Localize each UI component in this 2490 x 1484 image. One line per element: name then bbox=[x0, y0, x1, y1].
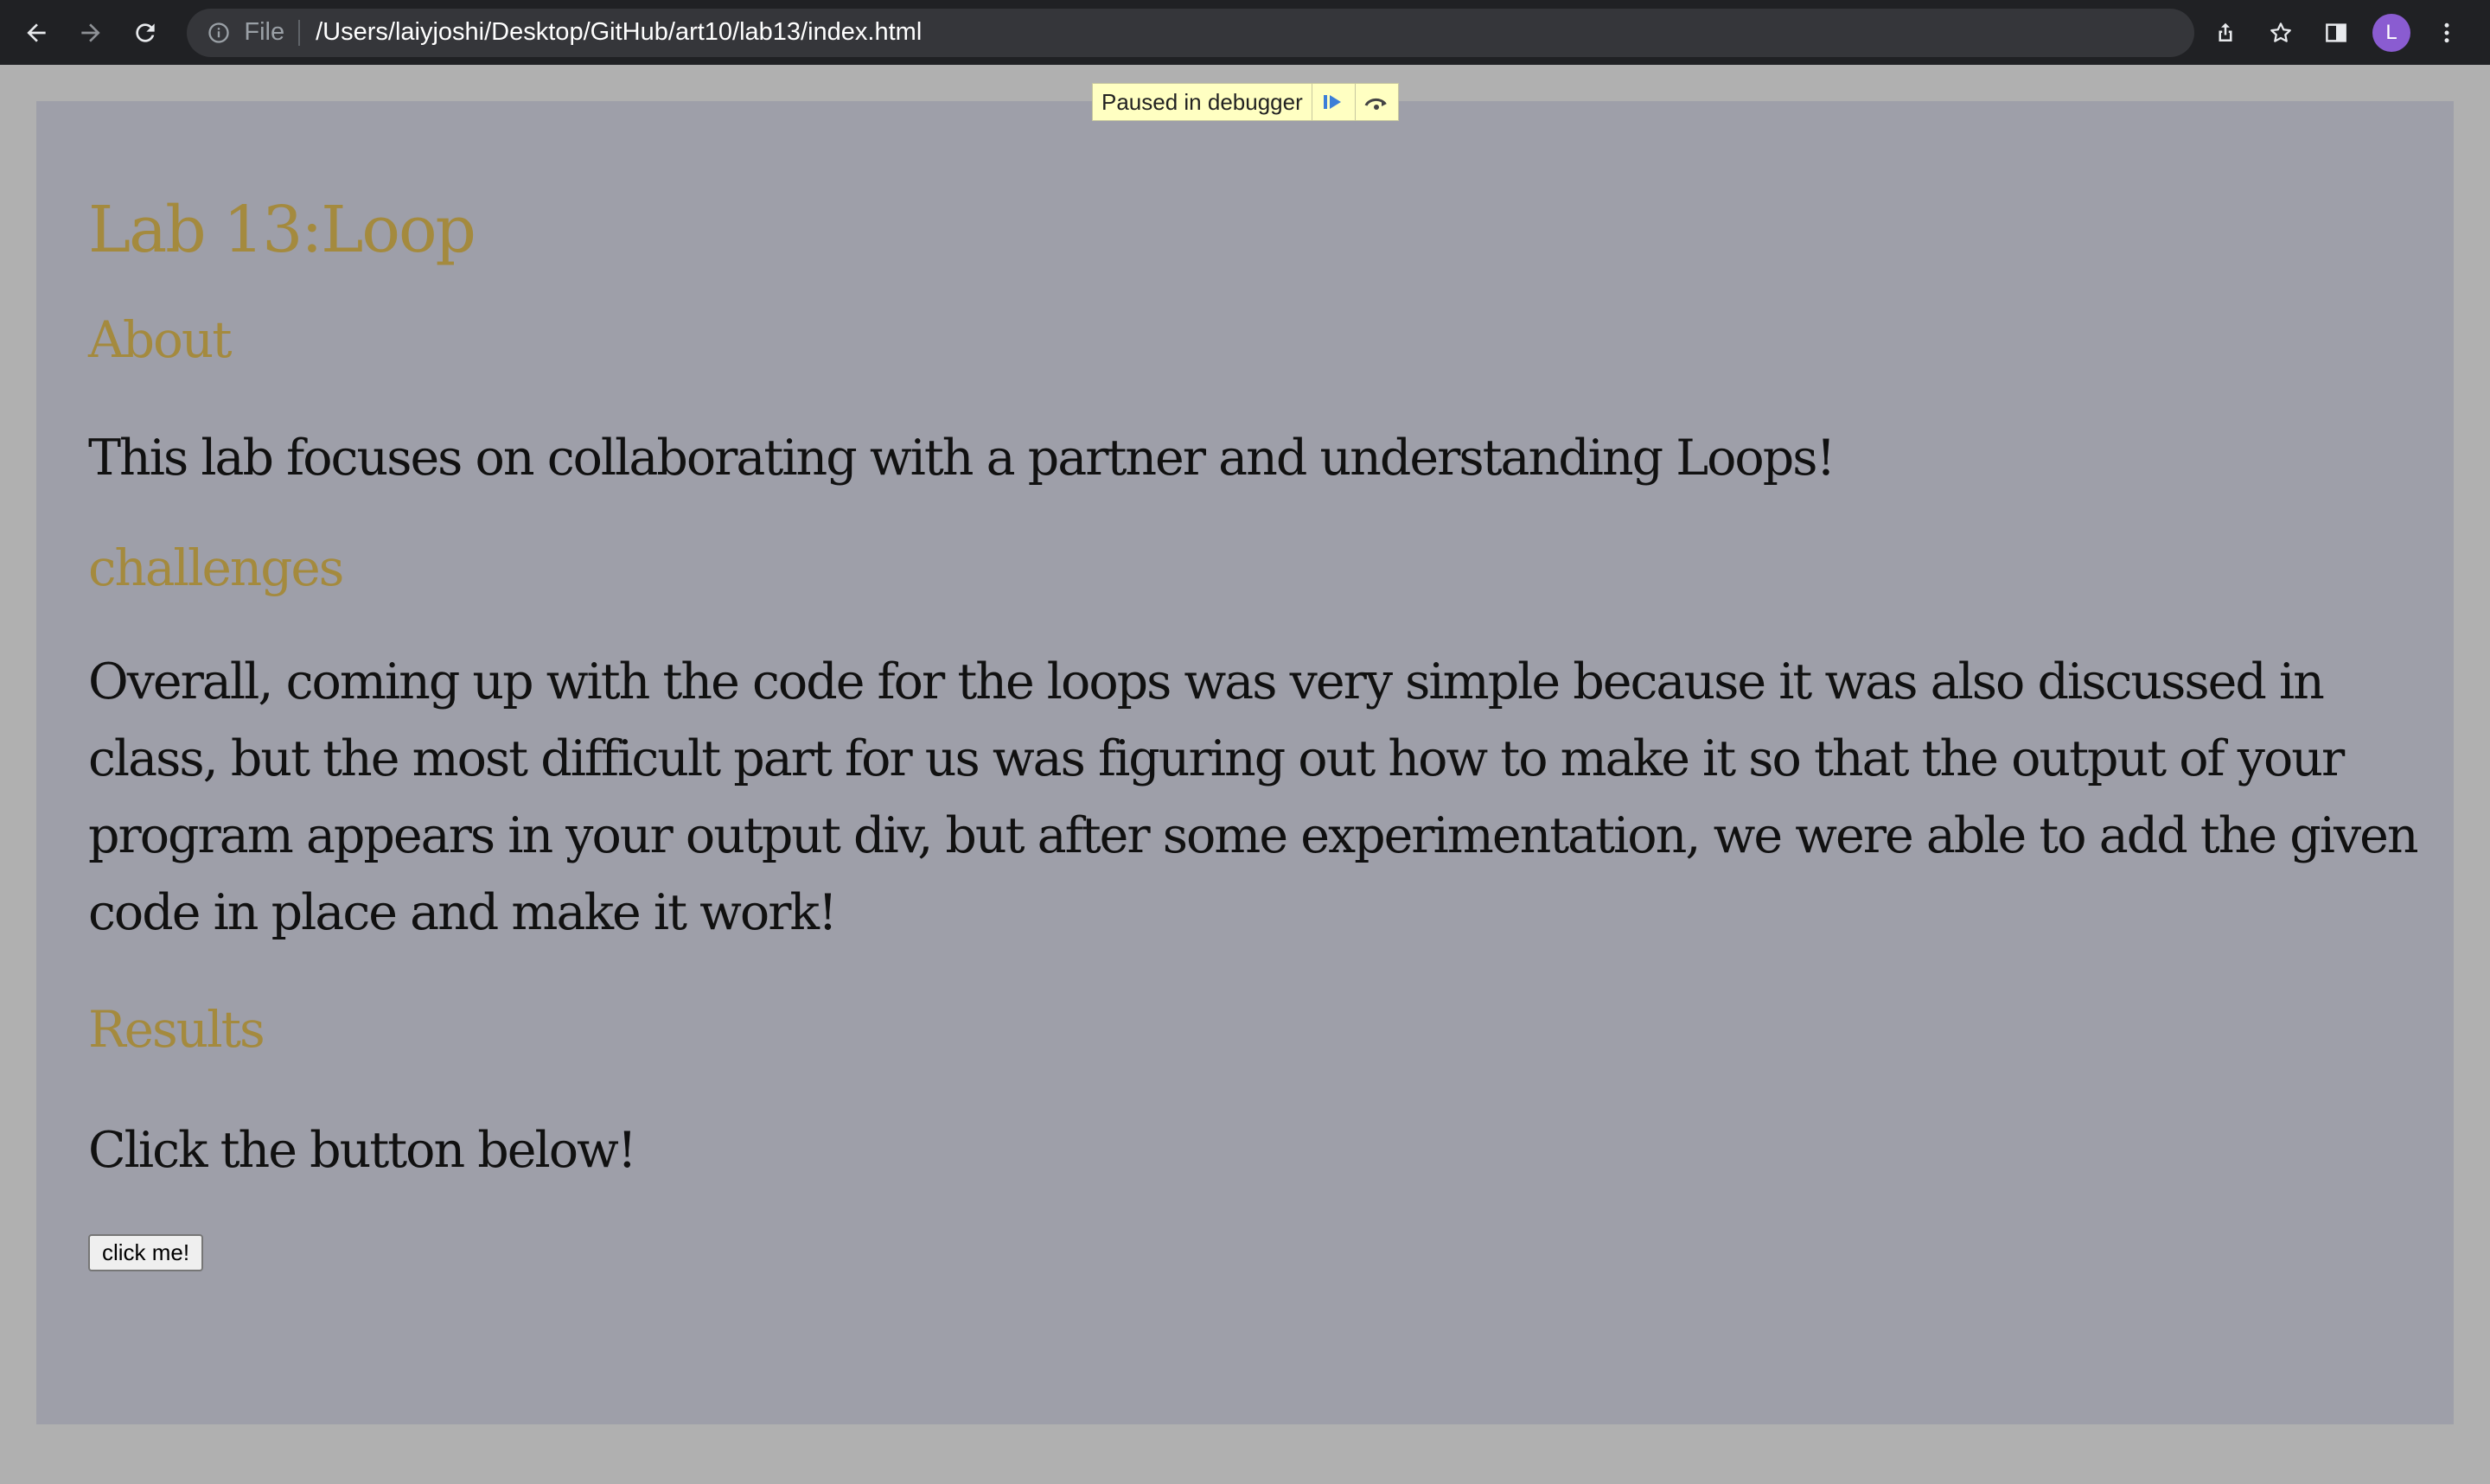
reload-button[interactable] bbox=[121, 8, 170, 58]
avatar: L bbox=[2372, 13, 2410, 52]
toolbar-actions: L bbox=[2194, 9, 2471, 57]
bookmark-star-icon bbox=[2270, 22, 2291, 42]
resume-icon bbox=[1324, 95, 1342, 109]
bookmark-button[interactable] bbox=[2257, 9, 2305, 57]
forward-button[interactable] bbox=[67, 8, 116, 58]
content-container: Lab 13:Loop About This lab focuses on co… bbox=[36, 101, 2454, 1424]
back-button[interactable] bbox=[12, 8, 61, 58]
debugger-paused-banner: Paused in debugger bbox=[1092, 83, 1399, 121]
challenges-heading: challenges bbox=[88, 538, 344, 598]
more-menu-button[interactable] bbox=[2423, 9, 2471, 57]
about-text: This lab focuses on collaborating with a… bbox=[88, 430, 1836, 487]
url-text[interactable]: /Users/laiyjoshi/Desktop/GitHub/art10/la… bbox=[316, 18, 922, 47]
reload-icon bbox=[136, 22, 155, 42]
share-icon bbox=[2219, 22, 2232, 41]
side-panel-button[interactable] bbox=[2312, 9, 2360, 57]
forward-icon bbox=[81, 22, 100, 42]
step-over-button[interactable] bbox=[1354, 84, 1398, 120]
about-heading: About bbox=[88, 309, 233, 369]
challenges-text: Overall, coming up with the code for the… bbox=[88, 653, 2419, 941]
share-button[interactable] bbox=[2201, 9, 2250, 57]
back-icon bbox=[27, 22, 47, 42]
info-icon[interactable] bbox=[206, 20, 232, 46]
debugger-label: Paused in debugger bbox=[1101, 88, 1303, 115]
side-panel-icon bbox=[2326, 22, 2346, 42]
resume-button[interactable] bbox=[1311, 84, 1355, 120]
step-over-icon bbox=[1364, 98, 1388, 110]
browser-toolbar: File /Users/laiyjoshi/Desktop/GitHub/art… bbox=[0, 0, 2490, 65]
profile-button[interactable]: L bbox=[2367, 9, 2416, 57]
omnibox-divider bbox=[298, 19, 301, 46]
click-me-button[interactable]: click me! bbox=[88, 1233, 204, 1271]
scheme-label: File bbox=[244, 18, 285, 46]
more-menu-icon bbox=[2444, 22, 2449, 42]
address-bar[interactable]: File /Users/laiyjoshi/Desktop/GitHub/art… bbox=[187, 8, 2194, 57]
results-heading: Results bbox=[88, 999, 265, 1059]
page-title: Lab 13:Loop bbox=[88, 193, 476, 267]
results-text: Click the button below! bbox=[88, 1121, 637, 1179]
